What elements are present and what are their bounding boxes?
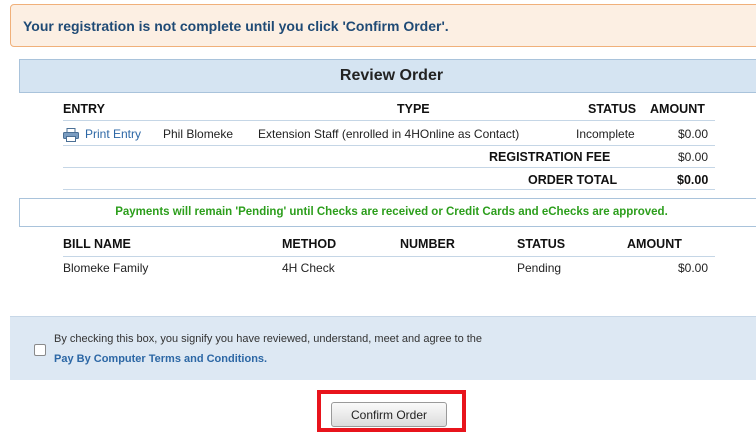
terms-section: By checking this box, you signify you ha…	[10, 316, 756, 380]
entry-status: Incomplete	[576, 127, 635, 141]
col-number-header: NUMBER	[400, 237, 455, 251]
bill-amount: $0.00	[678, 261, 709, 275]
table-divider	[63, 189, 715, 190]
order-total-amount: $0.00	[677, 173, 709, 187]
table-divider	[63, 167, 715, 168]
payments-notice: Payments will remain 'Pending' until Che…	[19, 198, 756, 227]
table-divider	[63, 145, 715, 146]
col-status-header: STATUS	[588, 102, 637, 116]
terms-checkbox[interactable]	[34, 344, 46, 356]
payments-notice-text: Payments will remain 'Pending' until Che…	[115, 206, 668, 218]
bill-name: Blomeke Family	[63, 261, 149, 275]
col-entry-header: ENTRY	[63, 102, 105, 116]
col-bill-name-header: BILL NAME	[63, 237, 131, 251]
confirm-order-button[interactable]: Confirm Order	[331, 402, 447, 427]
registration-fee-amount: $0.00	[678, 150, 709, 164]
alert-message: Your registration is not complete until …	[23, 18, 449, 34]
registration-alert: Your registration is not complete until …	[10, 4, 756, 47]
col-method-header: METHOD	[282, 237, 337, 251]
terms-text: By checking this box, you signify you ha…	[54, 333, 483, 345]
print-entry-link[interactable]: Print Entry	[85, 127, 141, 141]
table-divider	[63, 256, 715, 257]
order-total-label: ORDER TOTAL	[528, 173, 618, 187]
entry-name: Phil Blomeke	[163, 127, 234, 141]
terms-link[interactable]: Pay By Computer Terms and Conditions.	[54, 353, 267, 365]
bill-method: 4H Check	[282, 261, 335, 275]
col-bill-status-header: STATUS	[517, 237, 566, 251]
col-bill-amount-header: AMOUNT	[627, 237, 682, 251]
table-divider	[63, 120, 715, 121]
col-amount-header: AMOUNT	[650, 102, 705, 116]
review-order-header: Review Order	[19, 59, 756, 93]
bill-status: Pending	[517, 261, 562, 275]
printer-icon[interactable]	[63, 128, 79, 142]
col-type-header: TYPE	[397, 102, 430, 116]
registration-fee-label: REGISTRATION FEE	[489, 150, 611, 164]
entry-amount: $0.00	[678, 127, 709, 141]
entry-type: Extension Staff (enrolled in 4HOnline as…	[258, 127, 520, 141]
review-order-title: Review Order	[339, 67, 444, 84]
